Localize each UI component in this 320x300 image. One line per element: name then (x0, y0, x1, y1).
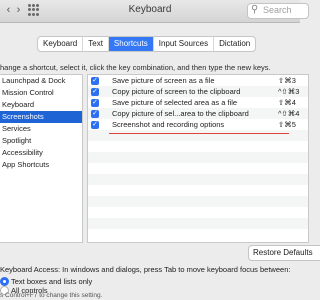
category-item-app-shortcuts[interactable]: App Shortcuts (0, 159, 82, 171)
category-item-services[interactable]: Services (0, 123, 82, 135)
checkbox-icon[interactable]: ✓ (91, 110, 99, 118)
shortcut-row[interactable]: ✓ Save picture of screen as a file ⇧⌘3 (88, 75, 308, 86)
keyboard-access-label: Keyboard Access: In windows and dialogs,… (0, 265, 291, 274)
tab-text[interactable]: Text (83, 37, 109, 51)
tab-dictation[interactable]: Dictation (214, 37, 255, 51)
empty-row (88, 229, 308, 240)
hint-text: s Control+F7 to change this setting. (0, 292, 103, 299)
category-item-keyboard[interactable]: Keyboard (0, 99, 82, 111)
category-item-accessibility[interactable]: Accessibility (0, 147, 82, 159)
restore-defaults-button[interactable]: Restore Defaults (248, 245, 320, 261)
checkbox-icon[interactable]: ✓ (91, 99, 99, 107)
tab-bar: Keyboard Text Shortcuts Input Sources Dictat… (37, 36, 257, 52)
category-item-spotlight[interactable]: Spotlight (0, 135, 82, 147)
shortcut-row[interactable]: ✓ Screenshot and recording options ⇧⌘5 (88, 119, 308, 130)
checkbox-icon[interactable]: ✓ (91, 88, 99, 96)
shortcut-keys[interactable]: ⇧⌘5 (278, 119, 296, 130)
shortcut-label: Save picture of selected area as a file (112, 98, 238, 107)
empty-row (88, 163, 308, 174)
shortcut-label: Copy picture of sel...area to the clipbo… (112, 109, 249, 118)
search-placeholder: Search (263, 5, 292, 15)
radio-button[interactable] (0, 276, 9, 286)
shortcut-keys[interactable]: ⇧⌘4 (278, 97, 296, 108)
tab-keyboard[interactable]: Keyboard (38, 37, 84, 51)
title-bar: ‹ › Keyboard ⚲ Search (0, 0, 309, 23)
category-item-mission-control[interactable]: Mission Control (0, 87, 82, 99)
shortcut-row[interactable]: ✓ Save picture of selected area as a file… (88, 97, 308, 108)
shortcut-row[interactable]: ✓ Copy picture of screen to the clipboard… (88, 86, 308, 97)
category-list[interactable]: Launchpad & Dock Mission Control Keyboard S… (0, 74, 83, 243)
shortcut-table[interactable]: ✓ Save picture of screen as a file ⇧⌘3 ✓ Cop… (87, 74, 309, 243)
checkbox-icon[interactable]: ✓ (91, 121, 99, 129)
empty-row (88, 218, 308, 229)
empty-row (88, 196, 308, 207)
category-item-launchpad-dock[interactable]: Launchpad & Dock (0, 75, 82, 87)
empty-row (88, 141, 308, 152)
search-icon: ⚲ (251, 4, 259, 15)
shortcut-keys[interactable]: ⇧⌘3 (278, 75, 296, 86)
category-item-screenshots[interactable]: Screenshots (0, 111, 82, 123)
tab-input-sources[interactable]: Input Sources (154, 37, 215, 51)
annotation-underline (109, 133, 289, 134)
checkbox-icon[interactable]: ✓ (91, 77, 99, 85)
empty-row (88, 152, 308, 163)
shortcut-label: Screenshot and recording options (112, 120, 225, 129)
instruction-text: hange a shortcut, select it, click the k… (0, 63, 271, 72)
search-field[interactable]: ⚲ Search (247, 3, 309, 19)
tab-shortcuts[interactable]: Shortcuts (108, 37, 154, 51)
shortcut-keys[interactable]: ^⇧⌘3 (278, 86, 299, 97)
shortcut-label: Copy picture of screen to the clipboard (112, 87, 241, 96)
empty-row (88, 174, 308, 185)
shortcut-row[interactable]: ✓ Copy picture of sel...area to the clipb… (88, 108, 308, 119)
empty-row (88, 130, 308, 141)
empty-row (88, 207, 308, 218)
shortcut-keys[interactable]: ^⇧⌘4 (278, 108, 299, 119)
radio-label: Text boxes and lists only (11, 277, 93, 286)
empty-row (88, 185, 308, 196)
shortcut-label: Save picture of screen as a file (112, 76, 215, 85)
